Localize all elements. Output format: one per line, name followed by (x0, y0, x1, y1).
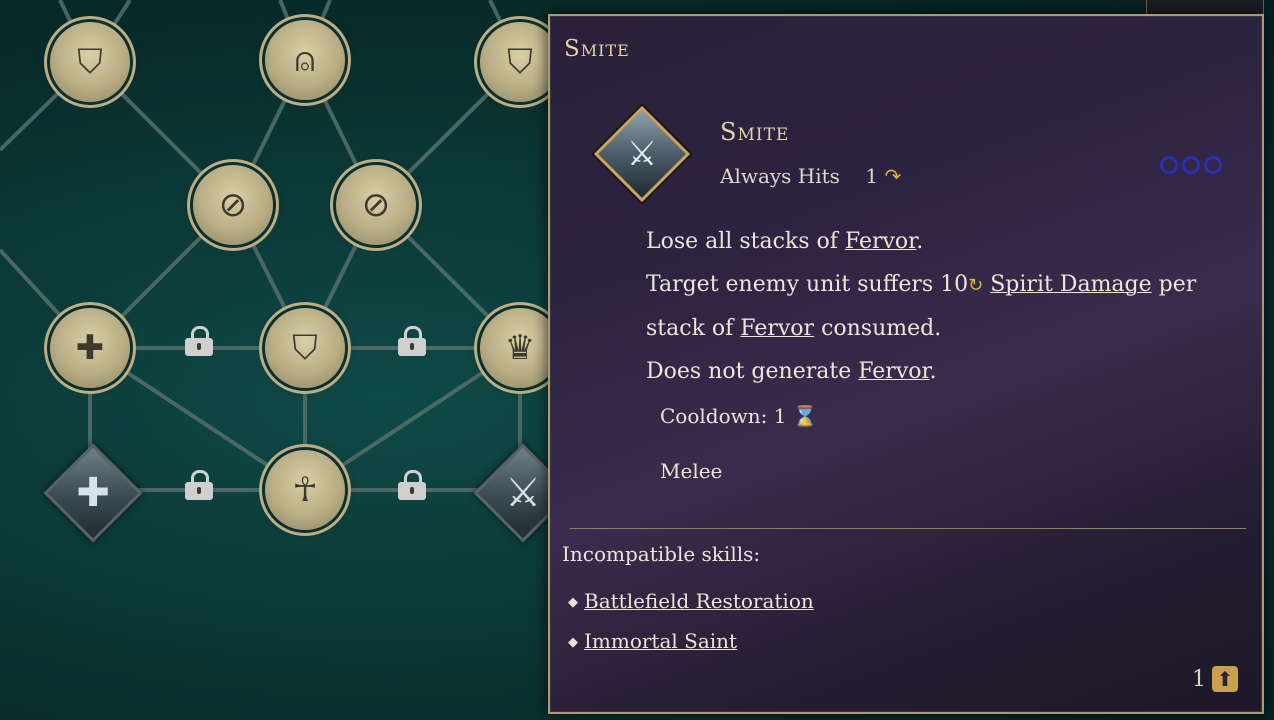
charge-dot (1160, 156, 1178, 174)
incompatible-list: ◆ Battlefield Restoration ◆ Immortal Saint (568, 582, 814, 662)
crown-icon: ♛ (504, 328, 536, 368)
keyword-fervor[interactable]: Fervor (845, 229, 916, 254)
curved-arrow-icon: ↷ (884, 164, 902, 188)
divider (570, 528, 1246, 529)
skill-node-mask-crossed[interactable]: ⊘ (193, 165, 273, 245)
desc-text: . (929, 359, 937, 384)
sword-icon: ⚔ (505, 470, 541, 516)
accuracy-label: Always Hits (720, 164, 840, 188)
skill-node-shield-iii[interactable]: ⛉ (265, 308, 345, 388)
keyword-fervor[interactable]: Fervor (858, 359, 929, 384)
saint-figure-icon: ☥ (292, 470, 318, 510)
incompatible-skill-link[interactable]: Immortal Saint (584, 629, 737, 653)
desc-line-3: Does not generate Fervor. (646, 350, 1206, 393)
shield-icon: ⛉ (77, 42, 103, 82)
shield-icon: ⛉ (292, 328, 318, 368)
sword-icon: ⚔ (626, 134, 658, 174)
skill-node-heal-plus[interactable]: ✚ (50, 308, 130, 388)
diamond-bullet-icon: ◆ (568, 635, 578, 650)
desc-line-2: Target enemy unit suffers 10↻ Spirit Dam… (646, 263, 1206, 350)
charge-dot (1204, 156, 1222, 174)
list-item: ◆ Immortal Saint (568, 622, 814, 662)
skill-node-shield-ii[interactable]: ⛉ (50, 22, 130, 102)
desc-text: Lose all stacks of (646, 229, 845, 254)
charge-dots (1160, 156, 1222, 174)
helmet-icon: ⍝ (294, 40, 316, 80)
cross-icon: ✚ (76, 470, 110, 516)
skill-name: Smite (720, 118, 790, 146)
skill-icon: ⚔ (593, 105, 691, 203)
cooldown-label: Cooldown: 1 (660, 404, 787, 428)
desc-text: Does not generate (646, 359, 859, 384)
diamond-bullet-icon: ◆ (568, 595, 578, 610)
skill-point-value: 1 (1192, 666, 1206, 692)
skill-point-cost: 1 ⬆ (1192, 666, 1238, 692)
shield-icon: ⛉ (507, 42, 533, 82)
skill-accuracy-row: Always Hits 1 ↷ (720, 164, 901, 188)
plus-icon: ✚ (75, 328, 105, 368)
keyword-spirit-damage[interactable]: Spirit Damage (990, 272, 1151, 297)
crossed-hand-icon: ⊘ (361, 185, 391, 225)
skill-node-hand-crossed[interactable]: ⊘ (336, 165, 416, 245)
lock-icon (398, 326, 426, 356)
incompatible-label: Incompatible skills: (562, 542, 761, 566)
desc-text: . (916, 229, 924, 254)
spirit-damage-icon: ↻ (968, 275, 984, 296)
incompatible-skill-link[interactable]: Battlefield Restoration (584, 589, 814, 613)
skill-node-saint[interactable]: ☥ (265, 450, 345, 530)
skill-tree: ⛉ ⍝ ⛉ ⊘ ⊘ ✚ ⛉ ♛ ✚ ☥ ⚔ (0, 0, 573, 720)
desc-line-1: Lose all stacks of Fervor. (646, 220, 1206, 263)
desc-text: consumed. (814, 316, 942, 341)
crossed-mask-icon: ⊘ (218, 185, 248, 225)
range-label: Melee (660, 459, 723, 483)
lock-icon (185, 326, 213, 356)
hourglass-icon: ⌛ (792, 404, 818, 428)
cooldown-row: Cooldown: 1 ⌛ (660, 404, 818, 428)
keyword-fervor[interactable]: Fervor (740, 316, 814, 341)
ap-cost: 1 (865, 164, 879, 188)
skill-tooltip: Smite ⚔ Smite Always Hits 1 ↷ Lose all s… (548, 14, 1264, 714)
tooltip-title: Smite (564, 36, 630, 62)
lock-icon (398, 470, 426, 500)
skill-node-helmet[interactable]: ⍝ (265, 20, 345, 100)
skill-description: Lose all stacks of Fervor. Target enemy … (646, 220, 1206, 393)
lock-icon (185, 470, 213, 500)
up-arrow-icon: ⬆ (1212, 666, 1238, 692)
charge-dot (1182, 156, 1200, 174)
list-item: ◆ Battlefield Restoration (568, 582, 814, 622)
desc-text: Target enemy unit suffers 10 (646, 272, 969, 297)
